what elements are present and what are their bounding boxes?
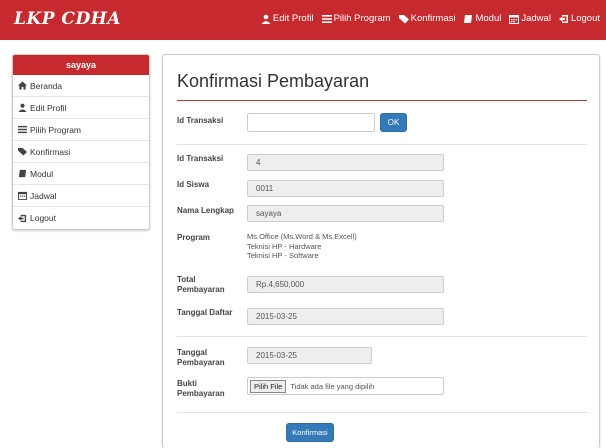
book-icon — [18, 169, 27, 178]
sidebar-item-modul[interactable]: Modul — [13, 163, 149, 185]
sidebar-item-pilih-program[interactable]: Pilih Program — [13, 119, 149, 141]
sidebar-item-label: Modul — [30, 168, 54, 179]
nav-konfirmasi-label: Konfirmasi — [410, 13, 456, 24]
ok-button[interactable]: OK — [380, 113, 407, 132]
calendar-icon — [509, 14, 520, 24]
sidebar-username: sayaya — [13, 55, 149, 75]
sidebar-item-konfirmasi[interactable]: Konfirmasi — [13, 141, 149, 163]
program-item: Ms.Office (Ms.Word & Ms.Excell) — [247, 232, 357, 241]
tags-icon — [18, 147, 27, 156]
sidebar-item-jadwal[interactable]: Jadwal — [13, 185, 149, 207]
logout-icon — [18, 214, 27, 222]
program-item: Teknisi HP - Hardware — [247, 241, 322, 251]
id-siswa-label: Id Siswa — [177, 180, 210, 189]
sidebar-item-label: Edit Profil — [30, 102, 67, 113]
calendar-icon — [18, 191, 27, 200]
nama-lengkap-label: Nama Lengkap — [177, 206, 234, 215]
nav-edit-profil-label: Edit Profil — [272, 13, 314, 24]
sidebar-item-label: Jadwal — [30, 190, 57, 201]
program-item: Teknisi HP - Software — [247, 251, 319, 260]
nama-lengkap-field: sayaya — [247, 205, 444, 222]
tags-icon — [398, 14, 409, 23]
nav-jadwal[interactable]: Jadwal — [509, 13, 551, 24]
sidebar-item-label: Konfirmasi — [30, 146, 71, 157]
id-siswa-field: 0011 — [247, 180, 444, 197]
id-transaksi-label: Id Transaksi — [177, 154, 224, 163]
top-navbar: LKP CDHA Edit Profil Pilih Program Konfi… — [0, 0, 606, 40]
nav-logout-label: Logout — [570, 13, 600, 24]
sidebar-item-label: Pilih Program — [30, 124, 82, 135]
id-transaksi-input[interactable] — [247, 113, 375, 132]
sidebar-item-label: Beranda — [30, 80, 63, 91]
list-icon — [321, 14, 332, 23]
bukti-pembayaran-label: Bukti Pembayaran — [177, 379, 225, 398]
nav-logout[interactable]: Logout — [558, 13, 600, 24]
divider — [177, 336, 587, 337]
nav-konfirmasi[interactable]: Konfirmasi — [398, 13, 456, 24]
konfirmasi-button[interactable]: Konfirmasi — [286, 423, 334, 442]
sidebar-item-edit-profil[interactable]: Edit Profil — [13, 97, 149, 119]
nav-pilih-program[interactable]: Pilih Program — [321, 13, 391, 24]
nav-pilih-program-label: Pilih Program — [333, 13, 391, 24]
title-divider — [177, 100, 587, 101]
page-title: Konfirmasi Pembayaran — [177, 71, 370, 91]
id-transaksi-field: 4 — [247, 154, 444, 171]
sidebar-item-beranda[interactable]: Beranda — [13, 75, 149, 97]
divider — [177, 412, 587, 413]
program-label: Program — [177, 233, 210, 242]
divider — [177, 144, 587, 145]
home-icon — [18, 81, 27, 90]
choose-file-button[interactable]: Pilih File — [250, 379, 287, 393]
user-icon — [18, 103, 27, 112]
total-pembayaran-field: Rp.4,650,000 — [247, 276, 444, 293]
nav-menu: Edit Profil Pilih Program Konfirmasi Mod… — [261, 13, 600, 24]
tanggal-daftar-field: 2015-03-25 — [247, 308, 444, 325]
logout-icon — [558, 14, 568, 23]
file-input: Pilih File Tidak ada file yang dipilih — [247, 377, 444, 395]
program-list: Ms.Office (Ms.Word & Ms.Excell) Teknisi … — [247, 232, 357, 261]
brand-logo[interactable]: LKP CDHA — [14, 9, 121, 29]
nav-edit-profil[interactable]: Edit Profil — [261, 13, 314, 24]
search-id-transaksi-label: Id Transaksi — [177, 116, 224, 125]
user-icon — [261, 14, 271, 24]
sidebar-item-logout[interactable]: Logout — [13, 207, 149, 229]
book-icon — [464, 14, 473, 23]
tanggal-pembayaran-field[interactable]: 2015-03-25 — [247, 347, 372, 364]
nav-modul-label: Modul — [475, 13, 502, 24]
main-panel: Konfirmasi Pembayaran Id Transaksi OK Id… — [162, 54, 600, 448]
nav-jadwal-label: Jadwal — [521, 13, 551, 24]
tanggal-pembayaran-label: Tanggal Pembayaran — [177, 348, 225, 367]
total-pembayaran-label: Total Pembayaran — [177, 275, 225, 294]
nav-modul[interactable]: Modul — [463, 13, 501, 24]
file-status-text: Tidak ada file yang dipilih — [290, 381, 375, 391]
sidebar-item-label: Logout — [30, 213, 56, 223]
tanggal-daftar-label: Tanggal Daftar — [177, 308, 233, 317]
list-icon — [18, 125, 27, 134]
sidebar: sayaya Beranda Edit Profil Pilih Program… — [12, 54, 150, 230]
